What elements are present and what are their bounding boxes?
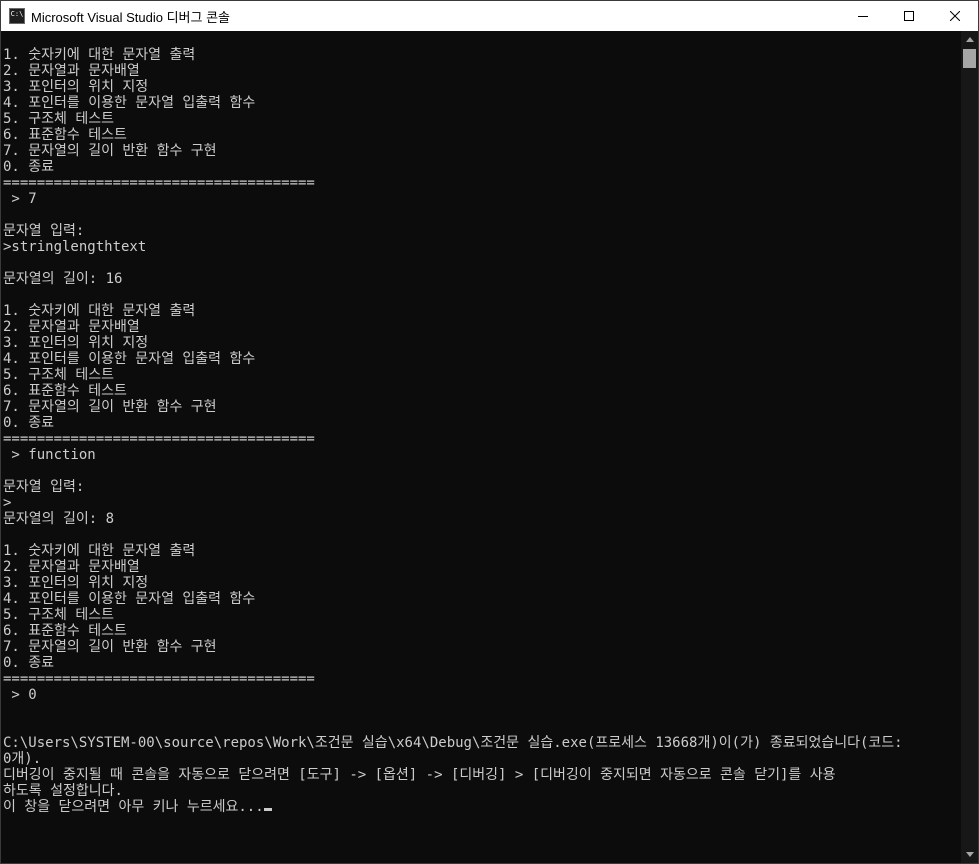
console-output-area[interactable]: 1. 숫자키에 대한 문자열 출력 2. 문자열과 문자배열 3. 포인터의 위치 …: [1, 31, 961, 863]
console-line: 2. 문자열과 문자배열: [3, 63, 140, 79]
console-output: 1. 숫자키에 대한 문자열 출력 2. 문자열과 문자배열 3. 포인터의 위치 …: [1, 31, 961, 815]
console-line: 7. 문자열의 길이 반환 함수 구현: [3, 143, 217, 159]
console-line: =====================================: [3, 431, 315, 447]
console-line: > function: [3, 447, 96, 463]
scroll-down-arrow-icon: [965, 852, 974, 857]
console-line: >stringlengthtext: [3, 239, 147, 255]
console-line: 3. 포인터의 위치 지정: [3, 79, 149, 95]
console-line: 7. 문자열의 길이 반환 함수 구현: [3, 399, 217, 415]
scroll-down-button[interactable]: [961, 846, 978, 863]
console-app-icon: C:\: [9, 8, 25, 24]
vertical-scrollbar[interactable]: [961, 31, 978, 863]
console-line: 4. 포인터를 이용한 문자열 입출력 함수: [3, 351, 256, 367]
console-line: 4. 포인터를 이용한 문자열 입출력 함수: [3, 591, 256, 607]
console-line: 4. 포인터를 이용한 문자열 입출력 함수: [3, 95, 256, 111]
console-line: 1. 숫자키에 대한 문자열 출력: [3, 47, 196, 63]
console-line: 2. 문자열과 문자배열: [3, 559, 140, 575]
app-icon-label: C:\: [10, 10, 24, 18]
console-line: 1. 숫자키에 대한 문자열 출력: [3, 303, 196, 319]
minimize-button[interactable]: [840, 1, 886, 31]
console-line: 0. 종료: [3, 415, 55, 431]
console-line: >: [3, 495, 12, 511]
close-icon: [950, 11, 960, 21]
scroll-up-arrow-icon: [965, 37, 974, 42]
console-line: 하도록 설정합니다.: [3, 783, 123, 799]
console-line: =====================================: [3, 175, 315, 191]
maximize-icon: [904, 11, 914, 21]
console-line: 0개).: [3, 751, 42, 767]
title-bar[interactable]: C:\ Microsoft Visual Studio 디버그 콘솔: [1, 1, 978, 31]
console-line: 문자열 입력:: [3, 479, 85, 495]
console-line: 6. 표준함수 테스트: [3, 383, 127, 399]
console-line: > 7: [3, 191, 37, 207]
console-line: 3. 포인터의 위치 지정: [3, 575, 149, 591]
console-line: 6. 표준함수 테스트: [3, 127, 127, 143]
console-line: =====================================: [3, 671, 315, 687]
scrollbar-thumb[interactable]: [963, 49, 976, 68]
minimize-icon: [858, 16, 868, 17]
console-line: C:\Users\SYSTEM-00\source\repos\Work\조건문…: [3, 735, 903, 751]
console-prompt-text: 이 창을 닫으려면 아무 키나 누르세요...: [3, 799, 264, 815]
console-line: 문자열의 길이: 8: [3, 511, 114, 527]
window-controls: [840, 1, 978, 31]
console-line: 1. 숫자키에 대한 문자열 출력: [3, 543, 196, 559]
console-line: 이 창을 닫으려면 아무 키나 누르세요...: [3, 799, 961, 815]
console-line: 문자열의 길이: 16: [3, 271, 123, 287]
console-line: 0. 종료: [3, 159, 55, 175]
console-line: 6. 표준함수 테스트: [3, 623, 127, 639]
console-line: 2. 문자열과 문자배열: [3, 319, 140, 335]
console-line: 문자열 입력:: [3, 223, 85, 239]
console-line: 0. 종료: [3, 655, 55, 671]
console-window: C:\ Microsoft Visual Studio 디버그 콘솔 1. 숫자…: [0, 0, 979, 864]
maximize-button[interactable]: [886, 1, 932, 31]
console-line: 디버깅이 중지될 때 콘솔을 자동으로 닫으려면 [도구] -> [옵션] ->…: [3, 767, 836, 783]
console-line: 5. 구조체 테스트: [3, 607, 114, 623]
close-button[interactable]: [932, 1, 978, 31]
console-line: 7. 문자열의 길이 반환 함수 구현: [3, 639, 217, 655]
console-line: 5. 구조체 테스트: [3, 111, 114, 127]
console-line: 5. 구조체 테스트: [3, 367, 114, 383]
console-line: 3. 포인터의 위치 지정: [3, 335, 149, 351]
window-title: Microsoft Visual Studio 디버그 콘솔: [31, 9, 231, 25]
console-line: > 0: [3, 687, 37, 703]
scroll-up-button[interactable]: [961, 31, 978, 48]
text-cursor: [263, 808, 272, 811]
